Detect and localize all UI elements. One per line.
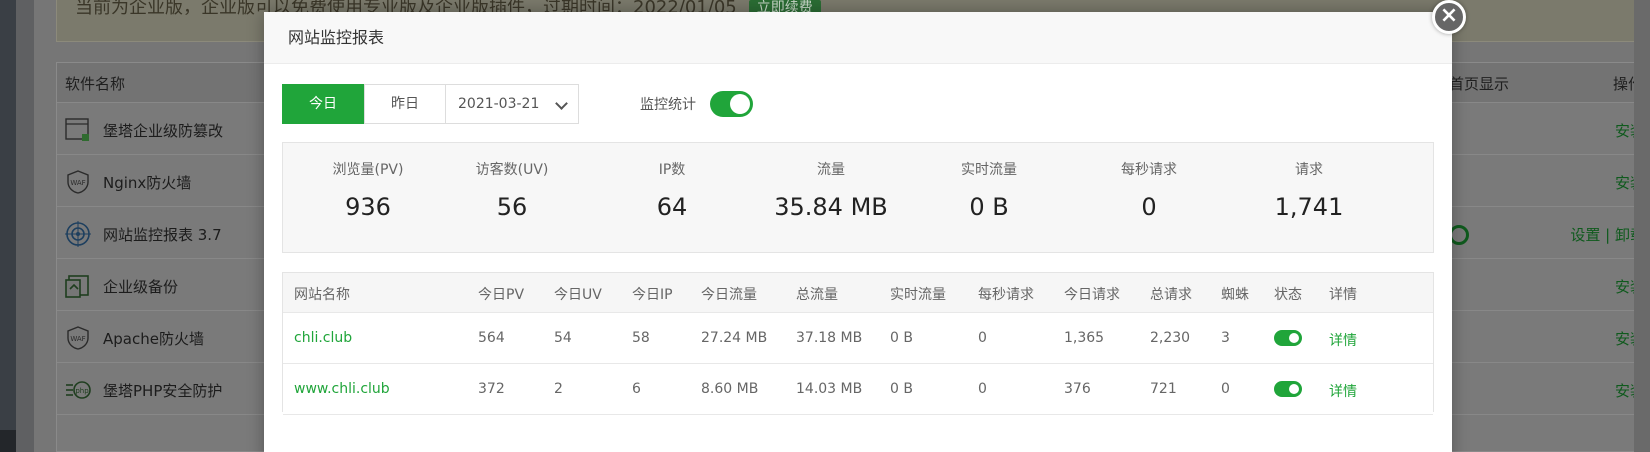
- software-name: 企业级备份: [103, 278, 179, 296]
- cell-total-requests: 2,230: [1150, 330, 1191, 346]
- column-home-display: 首页显示: [1449, 75, 1510, 93]
- page-scrollbar[interactable]: [1634, 0, 1650, 452]
- monitor-toggle[interactable]: [710, 91, 753, 117]
- stat-label: 每秒请求: [1121, 162, 1177, 178]
- cell-today-traffic: 27.24 MB: [701, 330, 768, 346]
- column-today-pv: 今日PV: [478, 287, 525, 303]
- waf-shield-icon: WAF: [67, 170, 89, 194]
- site-table: 网站名称 今日PV 今日UV 今日IP 今日流量 总流量 实时流量 每秒请求 今…: [282, 272, 1434, 415]
- column-today-ip: 今日IP: [632, 287, 673, 303]
- cell-requests-per-second: 0: [978, 381, 987, 397]
- column-today-requests: 今日请求: [1064, 287, 1120, 303]
- modal-title: 网站监控报表: [264, 12, 1452, 64]
- table-row: chli.club 564 54 58 27.24 MB 37.18 MB 0 …: [283, 313, 1433, 364]
- action-separator: |: [1605, 226, 1611, 244]
- stat-value: 1,741: [1274, 193, 1344, 221]
- column-realtime-traffic: 实时流量: [890, 287, 946, 303]
- monitor-label: 监控统计: [640, 97, 696, 113]
- stat-label: IP数: [658, 162, 686, 178]
- stat-label: 流量: [817, 162, 845, 178]
- site-monitor-modal: 网站监控报表 今日 昨日 2021-03-21 监控统计 浏览量(PV) 936 …: [264, 12, 1452, 452]
- software-name: 堡塔PHP安全防护: [103, 382, 223, 400]
- cell-today-pv: 372: [478, 381, 505, 397]
- column-today-uv: 今日UV: [554, 287, 602, 303]
- site-table-header: 网站名称 今日PV 今日UV 今日IP 今日流量 总流量 实时流量 每秒请求 今…: [283, 273, 1433, 313]
- date-picker[interactable]: 2021-03-21: [446, 84, 579, 124]
- settings-link[interactable]: 设置: [1570, 226, 1600, 244]
- cell-today-uv: 54: [554, 330, 572, 346]
- home-display-toggle[interactable]: [1449, 225, 1469, 245]
- toggle-knob: [730, 94, 750, 114]
- stat-value: 35.84 MB: [774, 193, 888, 221]
- table-row: www.chli.club 372 2 6 8.60 MB 14.03 MB 0…: [283, 364, 1433, 415]
- page-gutter: [16, 0, 34, 452]
- column-total-requests: 总请求: [1150, 287, 1192, 303]
- tamper-proof-icon: [65, 118, 89, 141]
- stat-value: 0 B: [969, 193, 1009, 221]
- stat-label: 访客数(UV): [475, 162, 549, 178]
- cell-spider: 0: [1221, 381, 1230, 397]
- backup-icon: [65, 275, 89, 298]
- cell-total-traffic: 14.03 MB: [796, 381, 863, 397]
- cell-total-traffic: 37.18 MB: [796, 330, 863, 346]
- column-status: 状态: [1274, 287, 1302, 303]
- svg-text:WAF: WAF: [70, 335, 85, 343]
- chevron-down-icon: [555, 97, 568, 110]
- app-sidebar-edge: [0, 0, 16, 452]
- stat-label: 请求: [1295, 162, 1323, 178]
- column-spider: 蜘蛛: [1221, 287, 1249, 303]
- stat-value: 64: [656, 193, 688, 221]
- column-total-traffic: 总流量: [796, 287, 838, 303]
- php-security-icon: php: [66, 381, 91, 399]
- cell-realtime-traffic: 0 B: [890, 381, 913, 397]
- column-requests-per-second: 每秒请求: [978, 287, 1034, 303]
- details-link[interactable]: 详情: [1329, 381, 1357, 401]
- software-name: 堡塔企业级防篡改: [103, 122, 224, 140]
- sidebar-strip: [0, 430, 16, 452]
- tab-yesterday[interactable]: 昨日: [364, 84, 446, 124]
- close-icon[interactable]: ×: [1432, 0, 1466, 34]
- stats-panel: 浏览量(PV) 936 访客数(UV) 56 IP数 64 流量 35.84 MB 实时…: [282, 142, 1434, 253]
- column-site-name: 网站名称: [294, 287, 350, 303]
- column-today-traffic: 今日流量: [701, 287, 757, 303]
- cell-today-uv: 2: [554, 381, 563, 397]
- date-value: 2021-03-21: [458, 96, 540, 112]
- cell-requests-per-second: 0: [978, 330, 987, 346]
- toggle-knob: [1289, 333, 1299, 343]
- cell-spider: 3: [1221, 330, 1230, 346]
- cell-today-ip: 6: [632, 381, 641, 397]
- svg-text:WAF: WAF: [70, 179, 85, 187]
- software-name: Nginx防火墙: [103, 174, 192, 192]
- tab-today[interactable]: 今日: [282, 84, 364, 124]
- column-software-name: 软件名称: [65, 75, 126, 93]
- cell-today-traffic: 8.60 MB: [701, 381, 759, 397]
- stat-value: 0: [1141, 193, 1157, 221]
- stat-label: 实时流量: [961, 162, 1017, 178]
- cell-total-requests: 721: [1150, 381, 1177, 397]
- svg-text:php: php: [75, 387, 89, 395]
- monitor-target-icon: [65, 221, 91, 247]
- cell-today-ip: 58: [632, 330, 650, 346]
- cell-today-requests: 1,365: [1064, 330, 1105, 346]
- cell-today-requests: 376: [1064, 381, 1091, 397]
- stat-value: 56: [496, 193, 528, 221]
- cell-today-pv: 564: [478, 330, 505, 346]
- software-name: 网站监控报表 3.7: [103, 226, 222, 244]
- status-toggle[interactable]: [1274, 330, 1302, 346]
- software-name: Apache防火墙: [103, 330, 204, 348]
- date-toolbar: 今日 昨日 2021-03-21 监控统计: [282, 84, 753, 124]
- stat-label: 浏览量(PV): [332, 162, 404, 178]
- waf-shield-icon: WAF: [67, 326, 89, 350]
- column-details: 详情: [1329, 287, 1357, 303]
- site-name-link[interactable]: www.chli.club: [294, 381, 390, 397]
- details-link[interactable]: 详情: [1329, 330, 1357, 350]
- cell-realtime-traffic: 0 B: [890, 330, 913, 346]
- status-toggle[interactable]: [1274, 381, 1302, 397]
- stat-value: 936: [345, 193, 391, 221]
- toggle-knob: [1289, 384, 1299, 394]
- site-name-link[interactable]: chli.club: [294, 330, 352, 346]
